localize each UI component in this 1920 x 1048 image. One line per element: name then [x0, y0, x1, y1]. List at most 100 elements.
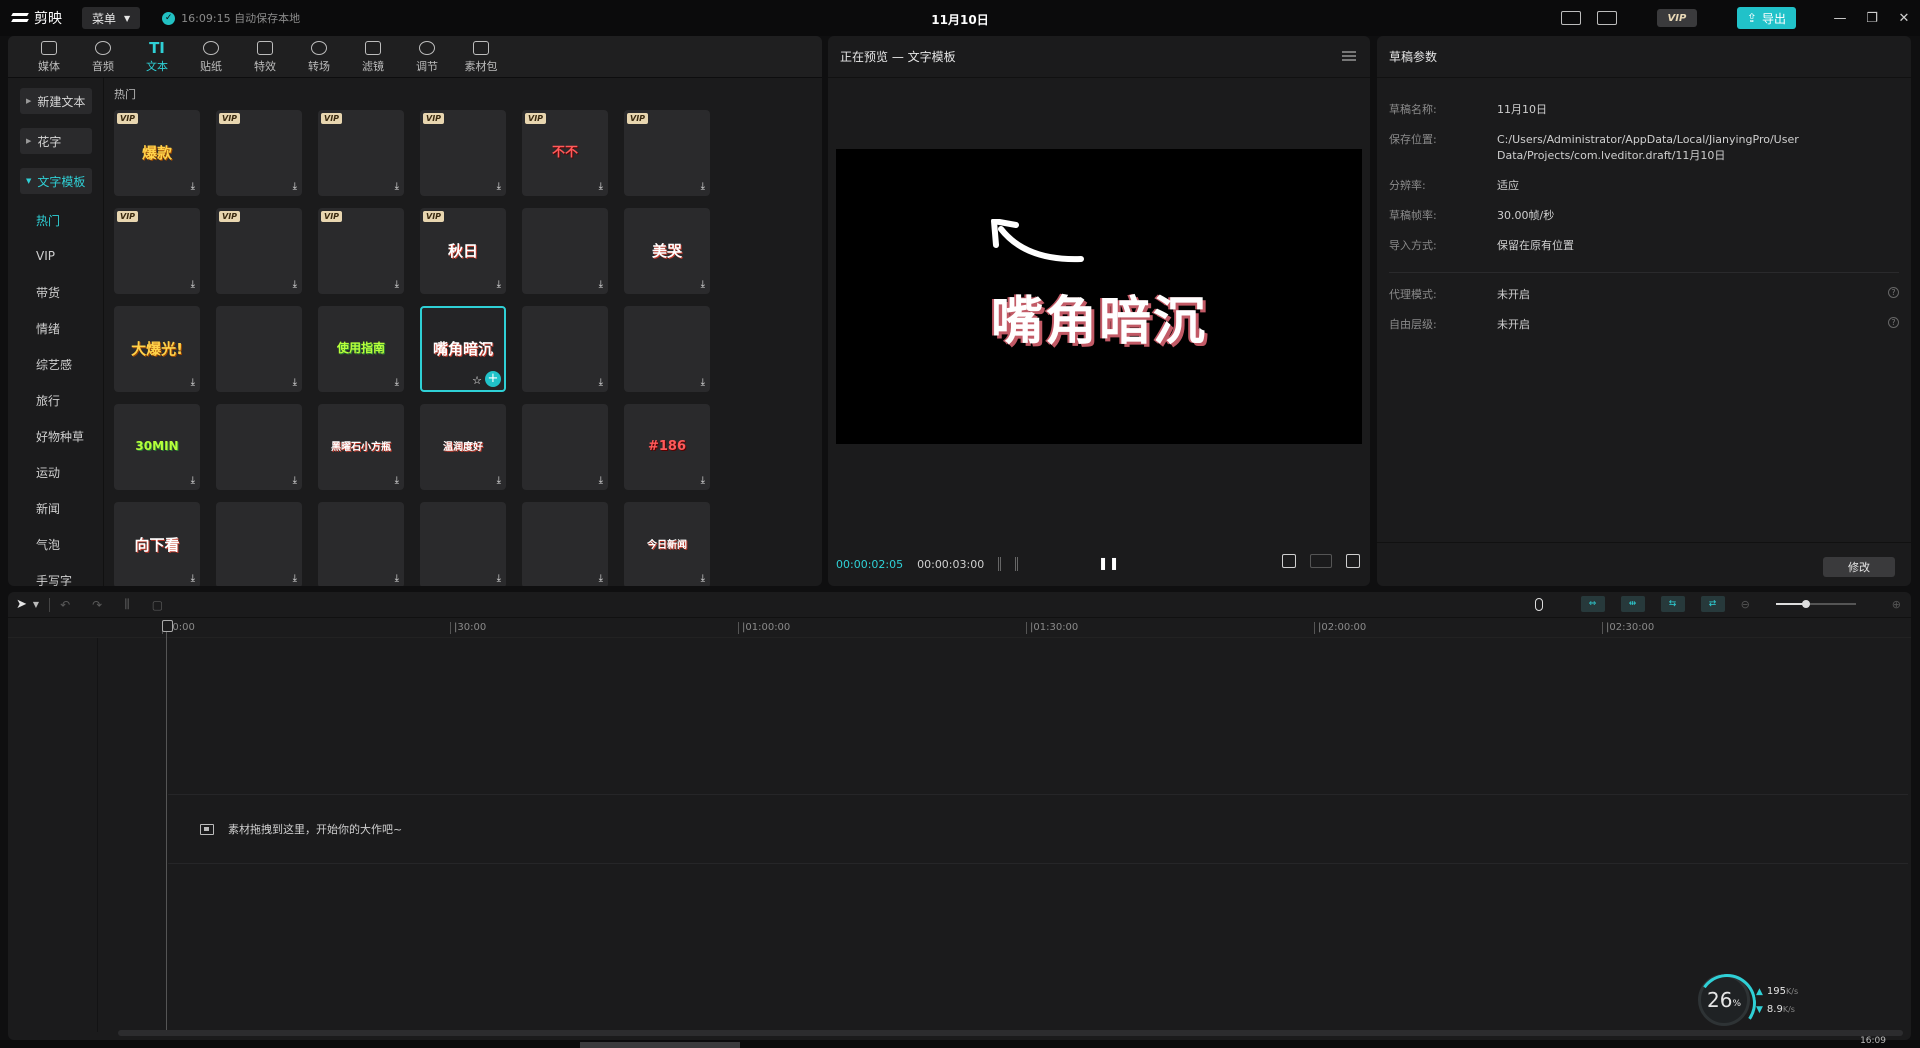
template-tile[interactable]: ⤓ [216, 306, 302, 392]
pause-icon[interactable]: ❚❚ [1098, 556, 1120, 570]
download-icon[interactable]: ⤓ [191, 279, 195, 290]
template-tile[interactable]: VIP ⤓ [318, 110, 404, 196]
microphone-icon[interactable] [1534, 597, 1543, 611]
tab-filter[interactable]: 滤镜 [346, 37, 400, 77]
template-tile[interactable]: VIP 秋日 ⤓ [420, 208, 506, 294]
template-tile[interactable]: 黑曜石小方瓶 ⤓ [318, 404, 404, 490]
download-icon[interactable]: ⤓ [293, 475, 297, 486]
zoom-in-icon[interactable]: ⊕ [1892, 598, 1901, 611]
nav-new-text[interactable]: ▶ 新建文本 [20, 88, 92, 114]
close-button[interactable]: ✕ [1888, 0, 1920, 36]
layout-icon[interactable] [1596, 11, 1617, 25]
modify-button[interactable]: 修改 [1823, 557, 1895, 577]
timecode-grid-icon[interactable] [998, 557, 1019, 571]
template-tile[interactable]: #186 ⤓ [624, 404, 710, 490]
template-tile[interactable]: ⤓ [522, 404, 608, 490]
template-tile[interactable]: VIP 爆款 ⤓ [114, 110, 200, 196]
zoom-slider[interactable] [1766, 597, 1876, 611]
template-tile[interactable]: 今日新闻 ⤓ [624, 502, 710, 586]
template-tile[interactable]: ⤓ [522, 208, 608, 294]
download-icon[interactable]: ⤓ [293, 279, 297, 290]
category-item[interactable]: 综艺感 [8, 346, 103, 382]
template-tile[interactable]: ⤓ [318, 502, 404, 586]
help-icon[interactable]: ? [1888, 287, 1899, 298]
nav-text-template[interactable]: ▼ 文字模板 [20, 168, 92, 194]
add-icon[interactable]: + [485, 371, 501, 387]
download-icon[interactable]: ⤓ [701, 181, 705, 192]
download-icon[interactable]: ⤓ [497, 181, 501, 192]
download-icon[interactable]: ⤓ [497, 475, 501, 486]
download-icon[interactable]: ⤓ [395, 181, 399, 192]
minimize-button[interactable]: — [1824, 0, 1856, 36]
horizontal-scrollbar[interactable] [118, 1030, 1903, 1036]
restore-button[interactable]: ❐ [1856, 0, 1888, 36]
template-tile[interactable]: VIP ⤓ [114, 208, 200, 294]
help-icon[interactable]: ? [1888, 317, 1899, 328]
category-item[interactable]: 旅行 [8, 382, 103, 418]
category-item[interactable]: 气泡 [8, 526, 103, 562]
download-icon[interactable]: ⤓ [293, 377, 297, 388]
category-item[interactable]: 带货 [8, 274, 103, 310]
zoom-out-icon[interactable]: ⊖ [1741, 598, 1750, 611]
star-icon[interactable]: ☆ [472, 374, 482, 387]
download-icon[interactable]: ⤓ [497, 573, 501, 584]
drop-zone[interactable]: 素材拖拽到这里，开始你的大作吧~ [168, 794, 1908, 864]
template-tile[interactable]: 使用指南 ⤓ [318, 306, 404, 392]
download-icon[interactable]: ⤓ [191, 181, 195, 192]
download-icon[interactable]: ⤓ [599, 181, 603, 192]
template-tile[interactable]: ⤓ [420, 502, 506, 586]
category-item[interactable]: 新闻 [8, 490, 103, 526]
undo-icon[interactable]: ↶ [60, 598, 70, 612]
timeline-ruler[interactable]: 00:00 |30:00 |01:00:00 |01:30:00 |02:00:00 |0… [8, 618, 1911, 638]
download-icon[interactable]: ⤓ [293, 181, 297, 192]
template-tile[interactable]: VIP ⤓ [216, 110, 302, 196]
download-icon[interactable]: ⤓ [599, 377, 603, 388]
template-tile[interactable]: VIP 不不 ⤓ [522, 110, 608, 196]
download-icon[interactable]: ⤓ [701, 475, 705, 486]
download-icon[interactable]: ⤓ [599, 573, 603, 584]
download-icon[interactable]: ⤓ [701, 377, 705, 388]
download-icon[interactable]: ⤓ [191, 475, 195, 486]
tab-media[interactable]: 媒体 [22, 37, 76, 77]
tab-effects[interactable]: 特效 [238, 37, 292, 77]
chevron-down-icon[interactable]: ▼ [33, 600, 39, 609]
download-icon[interactable]: ⤓ [395, 279, 399, 290]
category-item[interactable]: 情绪 [8, 310, 103, 346]
tab-sticker[interactable]: 贴纸 [184, 37, 238, 77]
download-icon[interactable]: ⤓ [293, 573, 297, 584]
redo-icon[interactable]: ↷ [92, 598, 102, 612]
template-tile[interactable]: 温润度好 ⤓ [420, 404, 506, 490]
download-icon[interactable]: ⤓ [599, 279, 603, 290]
export-button[interactable]: ⇪ 导出 [1736, 7, 1796, 29]
category-item[interactable]: 手写字 [8, 562, 103, 587]
screenshot-icon[interactable] [1282, 554, 1296, 568]
keyboard-icon[interactable] [1560, 11, 1581, 25]
tab-transition[interactable]: 转场 [292, 37, 346, 77]
menu-button[interactable]: 菜单 ▼ [82, 7, 141, 29]
auto-snap-icon[interactable]: ⇹ [1620, 596, 1645, 612]
main-track-magnet-icon[interactable]: ⇔ [1580, 596, 1605, 612]
nav-fancy-text[interactable]: ▶ 花字 [20, 128, 92, 154]
template-tile[interactable]: VIP ⤓ [216, 208, 302, 294]
template-tile[interactable]: 大爆光! ⤓ [114, 306, 200, 392]
template-tile[interactable]: 嘴角暗沉 ☆ + [420, 306, 506, 392]
tab-audio[interactable]: 音频 [76, 37, 130, 77]
template-tile[interactable]: ⤓ [216, 502, 302, 586]
delete-icon[interactable]: ▢ [152, 598, 163, 612]
tab-asset-pack[interactable]: 素材包 [454, 37, 508, 77]
playhead[interactable] [162, 620, 173, 1032]
category-item[interactable]: VIP [8, 238, 103, 274]
category-item[interactable]: 热门 [8, 202, 103, 238]
template-tile[interactable]: ⤓ [624, 306, 710, 392]
vip-button[interactable]: VIP [1656, 9, 1697, 27]
template-tile[interactable]: 30MIN ⤓ [114, 404, 200, 490]
download-icon[interactable]: ⤓ [395, 377, 399, 388]
template-tile[interactable]: VIP ⤓ [420, 110, 506, 196]
linkage-icon[interactable]: ⇆ [1660, 596, 1685, 612]
download-icon[interactable]: ⤓ [599, 475, 603, 486]
ratio-icon[interactable] [1310, 554, 1332, 568]
category-item[interactable]: 好物种草 [8, 418, 103, 454]
category-item[interactable]: 运动 [8, 454, 103, 490]
template-tile[interactable]: ⤓ [522, 502, 608, 586]
template-tile[interactable]: ⤓ [216, 404, 302, 490]
